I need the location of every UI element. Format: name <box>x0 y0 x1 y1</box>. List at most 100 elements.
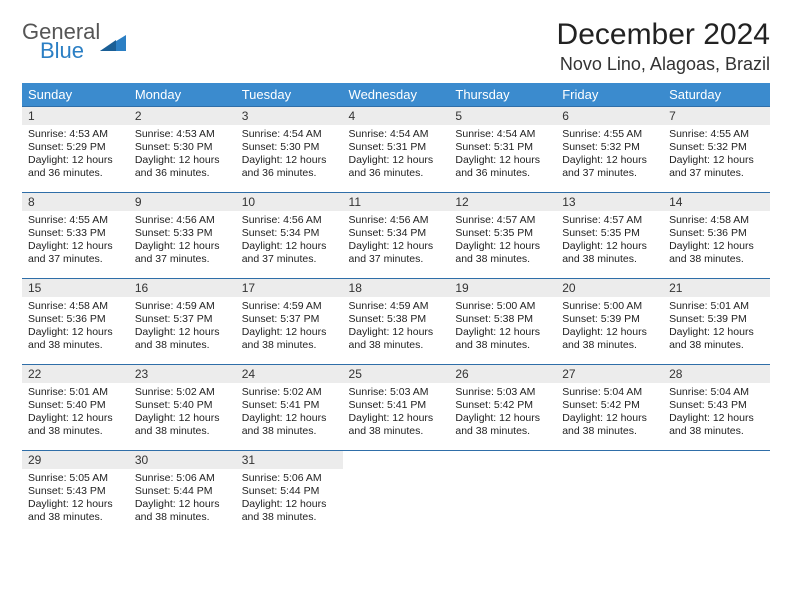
calendar-day-cell: 15Sunrise: 4:58 AMSunset: 5:36 PMDayligh… <box>22 279 129 365</box>
calendar-day-cell: 18Sunrise: 4:59 AMSunset: 5:38 PMDayligh… <box>343 279 450 365</box>
day-number: 22 <box>22 365 129 383</box>
calendar-week-row: 22Sunrise: 5:01 AMSunset: 5:40 PMDayligh… <box>22 365 770 451</box>
weekday-header: Tuesday <box>236 83 343 107</box>
daylight-line: Daylight: 12 hours and 38 minutes. <box>242 326 337 352</box>
calendar-table: SundayMondayTuesdayWednesdayThursdayFrid… <box>22 83 770 537</box>
day-details: Sunrise: 4:59 AMSunset: 5:37 PMDaylight:… <box>129 297 236 357</box>
day-number: 16 <box>129 279 236 297</box>
day-details: Sunrise: 5:01 AMSunset: 5:39 PMDaylight:… <box>663 297 770 357</box>
calendar-week-row: 8Sunrise: 4:55 AMSunset: 5:33 PMDaylight… <box>22 193 770 279</box>
daylight-line: Daylight: 12 hours and 37 minutes. <box>135 240 230 266</box>
sunset-line: Sunset: 5:31 PM <box>349 141 444 154</box>
day-number: 24 <box>236 365 343 383</box>
daylight-line: Daylight: 12 hours and 38 minutes. <box>135 412 230 438</box>
day-details: Sunrise: 5:02 AMSunset: 5:41 PMDaylight:… <box>236 383 343 443</box>
day-number: 23 <box>129 365 236 383</box>
weekday-header: Wednesday <box>343 83 450 107</box>
calendar-day-cell: 2Sunrise: 4:53 AMSunset: 5:30 PMDaylight… <box>129 107 236 193</box>
day-number: 11 <box>343 193 450 211</box>
day-number: 8 <box>22 193 129 211</box>
sunset-line: Sunset: 5:29 PM <box>28 141 123 154</box>
calendar-day-cell: 8Sunrise: 4:55 AMSunset: 5:33 PMDaylight… <box>22 193 129 279</box>
calendar-day-cell: 14Sunrise: 4:58 AMSunset: 5:36 PMDayligh… <box>663 193 770 279</box>
sunrise-line: Sunrise: 5:05 AM <box>28 472 123 485</box>
day-details: Sunrise: 5:03 AMSunset: 5:41 PMDaylight:… <box>343 383 450 443</box>
day-number: 3 <box>236 107 343 125</box>
daylight-line: Daylight: 12 hours and 38 minutes. <box>455 326 550 352</box>
day-number: 29 <box>22 451 129 469</box>
calendar-week-row: 29 Sunrise: 5:05 AMSunset: 5:43 PM Dayligh… <box>22 451 770 537</box>
sunset-line: Sunset: 5:38 PM <box>349 313 444 326</box>
sunset-line: Sunset: 5:39 PM <box>669 313 764 326</box>
daylight-line: Daylight: 12 hours and 38 minutes. <box>28 412 123 438</box>
day-number: 25 <box>343 365 450 383</box>
day-number: 26 <box>449 365 556 383</box>
sunrise-line: Sunrise: 4:56 AM <box>135 214 230 227</box>
calendar-body: 1Sunrise: 4:53 AMSunset: 5:29 PMDaylight… <box>22 107 770 537</box>
day-number: 9 <box>129 193 236 211</box>
daylight-line: Daylight: 12 hours and 38 minutes. <box>455 240 550 266</box>
day-details: Sunrise: 4:53 AMSunset: 5:29 PMDaylight:… <box>22 125 129 185</box>
day-details: Sunrise: 4:58 AMSunset: 5:36 PMDaylight:… <box>663 211 770 271</box>
sunset-line: Sunset: 5:37 PM <box>242 313 337 326</box>
sunset-line: Sunset: 5:31 PM <box>455 141 550 154</box>
calendar-day-cell: 21Sunrise: 5:01 AMSunset: 5:39 PMDayligh… <box>663 279 770 365</box>
weekday-header: Friday <box>556 83 663 107</box>
sunrise-line: Sunrise: 5:03 AM <box>455 386 550 399</box>
calendar-day-cell: 5Sunrise: 4:54 AMSunset: 5:31 PMDaylight… <box>449 107 556 193</box>
calendar-day-cell: .. <box>556 451 663 537</box>
calendar-day-cell: 25Sunrise: 5:03 AMSunset: 5:41 PMDayligh… <box>343 365 450 451</box>
day-details: Sunrise: 5:04 AMSunset: 5:42 PMDaylight:… <box>556 383 663 443</box>
calendar-day-cell: 7Sunrise: 4:55 AMSunset: 5:32 PMDaylight… <box>663 107 770 193</box>
daylight-line: Daylight: 12 hours and 38 minutes. <box>135 498 230 524</box>
sunrise-line: Sunrise: 5:06 AM <box>242 472 337 485</box>
daylight-line: Daylight: 12 hours and 38 minutes. <box>562 412 657 438</box>
sunset-line: Sunset: 5:32 PM <box>669 141 764 154</box>
day-details: Sunrise: 4:56 AMSunset: 5:34 PMDaylight:… <box>236 211 343 271</box>
day-details: Sunrise: 4:56 AMSunset: 5:33 PMDaylight:… <box>129 211 236 271</box>
sunrise-line: Sunrise: 4:55 AM <box>669 128 764 141</box>
sunset-line: Sunset: 5:40 PM <box>135 399 230 412</box>
calendar-day-cell: 11Sunrise: 4:56 AMSunset: 5:34 PMDayligh… <box>343 193 450 279</box>
sunset-line: Sunset: 5:36 PM <box>28 313 123 326</box>
day-number: 5 <box>449 107 556 125</box>
sunset-line: Sunset: 5:42 PM <box>455 399 550 412</box>
sunrise-line: Sunrise: 5:01 AM <box>669 300 764 313</box>
calendar-day-cell: 22Sunrise: 5:01 AMSunset: 5:40 PMDayligh… <box>22 365 129 451</box>
sunset-line: Sunset: 5:38 PM <box>455 313 550 326</box>
day-details: Sunrise: 4:58 AMSunset: 5:36 PMDaylight:… <box>22 297 129 357</box>
sunrise-line: Sunrise: 4:56 AM <box>349 214 444 227</box>
day-details: Sunrise: 4:59 AMSunset: 5:37 PMDaylight:… <box>236 297 343 357</box>
sunrise-line: Sunrise: 5:04 AM <box>669 386 764 399</box>
day-details: Sunrise: 5:04 AMSunset: 5:43 PMDaylight:… <box>663 383 770 443</box>
calendar-day-cell: .. <box>343 451 450 537</box>
calendar-day-cell: 12Sunrise: 4:57 AMSunset: 5:35 PMDayligh… <box>449 193 556 279</box>
sunrise-line: Sunrise: 4:58 AM <box>669 214 764 227</box>
sunrise-line: Sunrise: 5:02 AM <box>135 386 230 399</box>
sunset-line: Sunset: 5:44 PM <box>135 485 230 498</box>
sunrise-line: Sunrise: 4:53 AM <box>28 128 123 141</box>
day-number: 21 <box>663 279 770 297</box>
sunset-line: Sunset: 5:43 PM <box>28 485 123 498</box>
day-number: 4 <box>343 107 450 125</box>
day-number: 15 <box>22 279 129 297</box>
calendar-week-row: 15Sunrise: 4:58 AMSunset: 5:36 PMDayligh… <box>22 279 770 365</box>
day-details: Sunrise: 4:57 AMSunset: 5:35 PMDaylight:… <box>449 211 556 271</box>
day-number: 10 <box>236 193 343 211</box>
sunset-line: Sunset: 5:33 PM <box>28 227 123 240</box>
day-details: Sunrise: 4:55 AMSunset: 5:32 PMDaylight:… <box>663 125 770 185</box>
weekday-header-row: SundayMondayTuesdayWednesdayThursdayFrid… <box>22 83 770 107</box>
calendar-day-cell: 20Sunrise: 5:00 AMSunset: 5:39 PMDayligh… <box>556 279 663 365</box>
day-number: 28 <box>663 365 770 383</box>
month-title: December 2024 <box>557 18 770 52</box>
daylight-line: Daylight: 12 hours and 38 minutes. <box>669 326 764 352</box>
day-details: Sunrise: 5:00 AMSunset: 5:38 PMDaylight:… <box>449 297 556 357</box>
day-number: 13 <box>556 193 663 211</box>
sunset-line: Sunset: 5:39 PM <box>562 313 657 326</box>
calendar-day-cell: 19Sunrise: 5:00 AMSunset: 5:38 PMDayligh… <box>449 279 556 365</box>
calendar-day-cell: .. <box>449 451 556 537</box>
daylight-line: Daylight: 12 hours and 36 minutes. <box>349 154 444 180</box>
sunset-line: Sunset: 5:44 PM <box>242 485 337 498</box>
daylight-line: Daylight: 12 hours and 36 minutes. <box>242 154 337 180</box>
sunrise-line: Sunrise: 5:01 AM <box>28 386 123 399</box>
